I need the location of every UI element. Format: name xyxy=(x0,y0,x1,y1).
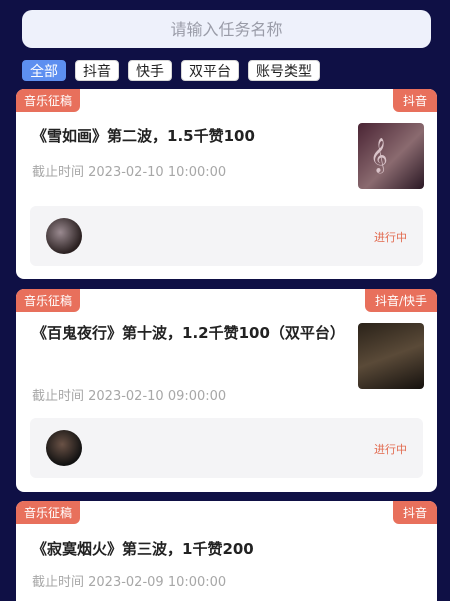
task-footer: 进行中 xyxy=(30,418,423,478)
avatar xyxy=(46,430,82,466)
avatar xyxy=(46,218,82,254)
filter-tabs: 全部 抖音 快手 双平台 账号类型 xyxy=(22,60,320,81)
filter-account-type[interactable]: 账号类型 xyxy=(248,60,320,81)
filter-dual-platform[interactable]: 双平台 xyxy=(181,60,239,81)
task-thumbnail: 𝄞 xyxy=(358,123,424,189)
search-input[interactable] xyxy=(22,10,431,48)
task-card[interactable]: 音乐征稿 抖音 《寂寞烟火》第三波，1千赞200 截止时间 2023-02-09… xyxy=(16,501,437,601)
task-title: 《雪如画》第二波，1.5千赞100 xyxy=(32,127,255,145)
platform-tag: 抖音 xyxy=(392,501,437,524)
platform-tag: 抖音 xyxy=(392,89,437,112)
status-badge: 进行中 xyxy=(374,231,407,244)
status-badge: 进行中 xyxy=(374,443,407,456)
category-tag: 音乐征稿 xyxy=(16,89,81,112)
task-deadline: 截止时间 2023-02-09 10:00:00 xyxy=(32,575,227,590)
category-tag: 音乐征稿 xyxy=(16,289,81,312)
task-thumbnail xyxy=(358,323,424,389)
task-deadline: 截止时间 2023-02-10 09:00:00 xyxy=(32,389,227,404)
task-card[interactable]: 音乐征稿 抖音/快手 《百鬼夜行》第十波，1.2千赞100（双平台） 截止时间 … xyxy=(16,289,437,492)
task-card[interactable]: 音乐征稿 抖音 《雪如画》第二波，1.5千赞100 截止时间 2023-02-1… xyxy=(16,89,437,279)
filter-douyin[interactable]: 抖音 xyxy=(75,60,119,81)
search-bar[interactable] xyxy=(22,10,431,48)
music-note-icon: 𝄞 xyxy=(370,138,388,174)
task-footer: 进行中 xyxy=(30,206,423,266)
filter-kuaishou[interactable]: 快手 xyxy=(128,60,172,81)
svg-text:𝄞: 𝄞 xyxy=(370,138,388,174)
task-title: 《百鬼夜行》第十波，1.2千赞100（双平台） xyxy=(32,324,345,342)
filter-all[interactable]: 全部 xyxy=(22,60,66,81)
platform-tag: 抖音/快手 xyxy=(364,289,437,312)
task-deadline: 截止时间 2023-02-10 10:00:00 xyxy=(32,165,227,180)
task-title: 《寂寞烟火》第三波，1千赞200 xyxy=(32,540,254,558)
category-tag: 音乐征稿 xyxy=(16,501,81,524)
